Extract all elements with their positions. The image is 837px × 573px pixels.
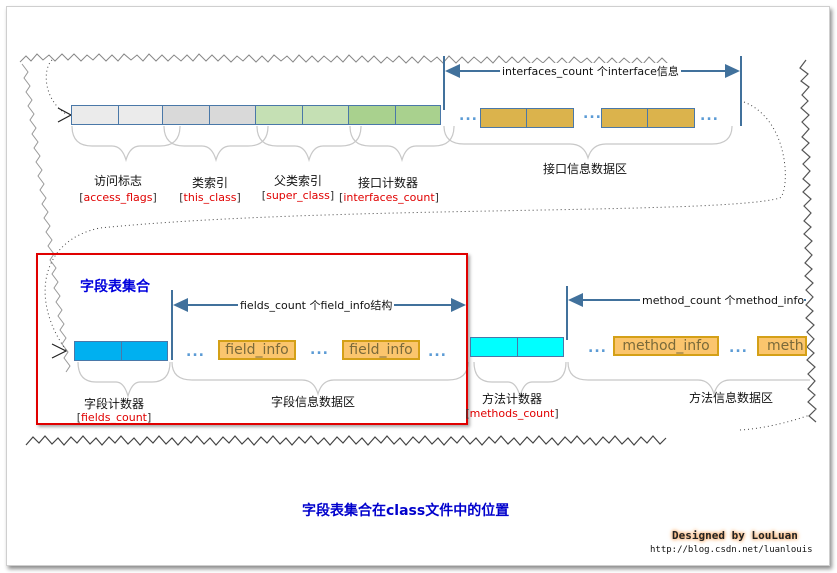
interface-item-byte1 bbox=[601, 108, 648, 128]
cell-access-flags-byte1 bbox=[71, 105, 119, 125]
cell-this-class-byte1 bbox=[162, 105, 210, 125]
methods-arrow-label: method_count 个method_info结 bbox=[640, 292, 804, 308]
connector-bottom-right bbox=[739, 414, 811, 431]
brace-interfaces-count bbox=[349, 125, 455, 163]
label-this-class-en: [this_class] bbox=[179, 191, 241, 204]
label-text: fields_count bbox=[81, 411, 147, 424]
row1-braces bbox=[71, 125, 733, 163]
brace-super-class bbox=[256, 125, 362, 163]
interface-item-byte1 bbox=[480, 108, 527, 128]
ellipsis: ... bbox=[583, 106, 602, 122]
designer-signature: Designed by LouLuan bbox=[672, 529, 798, 542]
ellipsis: ... bbox=[459, 108, 478, 124]
cell-super-class-byte2 bbox=[302, 105, 349, 125]
label-access-flags-en: [access_flags] bbox=[79, 191, 157, 204]
connector-top-left bbox=[45, 59, 67, 115]
ellipsis: ... bbox=[310, 342, 329, 358]
label-text: interfaces_count bbox=[343, 191, 435, 204]
cell-methods-count-byte1 bbox=[470, 337, 518, 357]
label-fields-count-cn: 字段计数器 bbox=[83, 397, 144, 411]
entry-chevron-row1 bbox=[57, 107, 73, 123]
label-this-class-cn: 类索引 bbox=[191, 176, 228, 190]
method-info-box: method_info bbox=[613, 336, 719, 356]
label-super-class-cn: 父类索引 bbox=[273, 174, 322, 188]
label-super-class-en: [super_class] bbox=[261, 189, 335, 202]
cell-fields-count-byte2 bbox=[121, 341, 168, 361]
blog-url: http://blog.csdn.net/luanlouis bbox=[650, 545, 813, 555]
label-text: methods_count bbox=[469, 407, 555, 420]
label-text: super_class bbox=[266, 189, 330, 202]
label-interfaces-count-cn: 接口计数器 bbox=[357, 176, 418, 190]
ellipsis: ... bbox=[700, 108, 719, 124]
label-interfaces-count-en: [interfaces_count] bbox=[339, 191, 439, 204]
ellipsis: ... bbox=[588, 340, 607, 356]
cell-super-class-byte1 bbox=[255, 105, 303, 125]
fields-arrow-label: fields_count 个field_info结构 bbox=[238, 297, 395, 313]
cell-interfaces-count-byte2 bbox=[395, 105, 441, 125]
section-title-fields: 字段表集合 bbox=[80, 279, 150, 295]
label-interfaces-region: 接口信息数据区 bbox=[542, 162, 627, 176]
cell-fields-count-byte1 bbox=[74, 341, 122, 361]
interface-item-byte2 bbox=[647, 108, 695, 128]
ellipsis: ... bbox=[186, 344, 205, 360]
label-fields-region: 字段信息数据区 bbox=[270, 395, 355, 409]
ellipsis: ... bbox=[729, 340, 748, 356]
field-info-box: field_info bbox=[218, 340, 296, 360]
brace-interfaces-region bbox=[443, 125, 733, 161]
label-fields-count-en: [fields_count] bbox=[76, 411, 152, 424]
field-info-box: field_info bbox=[342, 340, 420, 360]
cell-methods-count-byte2 bbox=[517, 337, 564, 357]
cell-this-class-byte2 bbox=[209, 105, 256, 125]
label-text: this_class bbox=[183, 191, 237, 204]
torn-edge-right bbox=[799, 59, 817, 423]
label-methods-count-cn: 方法计数器 bbox=[481, 392, 542, 406]
label-methods-count-en: [methods_count] bbox=[465, 407, 559, 420]
interface-item-byte2 bbox=[526, 108, 574, 128]
method-info-box-partial: meth bbox=[757, 336, 807, 356]
label-text: access_flags bbox=[83, 191, 153, 204]
label-methods-region: 方法信息数据区 bbox=[688, 391, 773, 405]
label-access-flags-cn: 访问标志 bbox=[93, 174, 142, 188]
ellipsis: ... bbox=[428, 344, 447, 360]
cell-access-flags-byte2 bbox=[118, 105, 163, 125]
cell-interfaces-count-byte1 bbox=[348, 105, 396, 125]
interfaces-arrow-label: interfaces_count 个interface信息 bbox=[500, 63, 681, 79]
torn-edge-bottom bbox=[25, 435, 667, 446]
figure-caption: 字段表集合在class文件中的位置 bbox=[302, 503, 510, 519]
